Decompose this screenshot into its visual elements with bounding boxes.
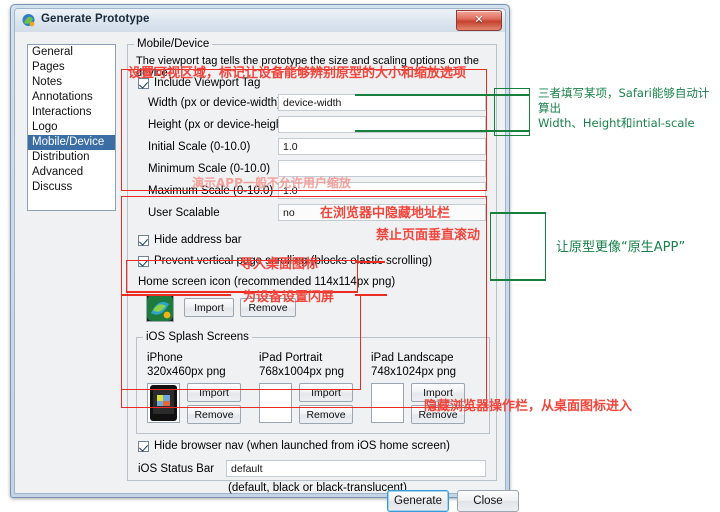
- close-button[interactable]: Close: [457, 490, 519, 512]
- sidebar-item-mobile-device[interactable]: Mobile/Device: [28, 135, 115, 150]
- settings-category-list[interactable]: General Pages Notes Annotations Interact…: [27, 44, 116, 211]
- generate-button[interactable]: Generate: [387, 490, 449, 512]
- close-window-button[interactable]: ✕: [456, 10, 502, 31]
- hide-browser-nav-checkbox[interactable]: [138, 441, 149, 452]
- annotation-green-box-native-app: [490, 212, 546, 280]
- annotation-line-home-icon-right: [355, 261, 385, 263]
- annotation-home-icon-note: 导入桌面图标: [240, 257, 319, 272]
- axure-logo-icon: [21, 13, 36, 28]
- sidebar-item-general[interactable]: General: [28, 45, 115, 60]
- ios-status-bar-hint: (default, black or black-translucent): [228, 482, 407, 494]
- annotation-green-line-top: [490, 212, 546, 214]
- annotation-browser-nav-note: 隐藏浏览器操作栏，从桌面图标进入: [424, 399, 633, 414]
- sidebar-item-notes[interactable]: Notes: [28, 75, 115, 90]
- annotation-prevent-scroll-note: 禁止页面垂直滚动: [376, 228, 481, 243]
- annotation-safari-note-line1: 三者填写某项，Safari能够自动计算出: [538, 86, 710, 115]
- annotation-safari-note: 三者填写某项，Safari能够自动计算出 Width、Height和intial…: [538, 86, 716, 131]
- annotation-user-scalable-note: 演示APP一般不允许用户缩放: [192, 176, 351, 190]
- sidebar-item-pages[interactable]: Pages: [28, 60, 115, 75]
- ios-status-bar-label: iOS Status Bar: [138, 463, 215, 475]
- annotation-line-splash-right: [355, 294, 387, 296]
- sidebar-item-advanced[interactable]: Advanced: [28, 165, 115, 180]
- dialog-title: Generate Prototype: [41, 13, 150, 25]
- sidebar-item-logo[interactable]: Logo: [28, 120, 115, 135]
- annotation-hide-address-note: 在浏览器中隐藏地址栏: [320, 206, 451, 221]
- hide-browser-nav-label: Hide browser nav (when launched from iOS…: [154, 440, 450, 452]
- sidebar-item-distribution[interactable]: Distribution: [28, 150, 115, 165]
- sidebar-item-discuss[interactable]: Discuss: [28, 180, 115, 195]
- sidebar-item-interactions[interactable]: Interactions: [28, 105, 115, 120]
- annotation-green-line-initial-scale: [355, 130, 530, 132]
- annotation-viewport-note: 设置可视区域，标记让设备能够辨别原型的大小和缩放选项: [128, 66, 467, 81]
- annotation-native-app-note: 让原型更像“原生APP”: [556, 240, 686, 255]
- annotation-safari-note-line2: Width、Height和intial-scale: [538, 116, 695, 130]
- ios-status-bar-input[interactable]: default: [226, 460, 486, 477]
- close-icon: ✕: [474, 14, 484, 26]
- group-title: Mobile/Device: [134, 38, 213, 50]
- annotation-green-line-width: [355, 94, 530, 96]
- title-bar[interactable]: Generate Prototype ✕: [15, 9, 505, 33]
- annotation-splash-note: 为设备设置闪屏: [243, 290, 335, 305]
- annotation-line-splash-left: [121, 294, 231, 296]
- sidebar-item-annotations[interactable]: Annotations: [28, 90, 115, 105]
- screen-root: Generate Prototype ✕ General Pages Notes…: [0, 0, 720, 512]
- annotation-green-line-bottom: [490, 279, 546, 281]
- annotation-box-splash: [121, 294, 361, 390]
